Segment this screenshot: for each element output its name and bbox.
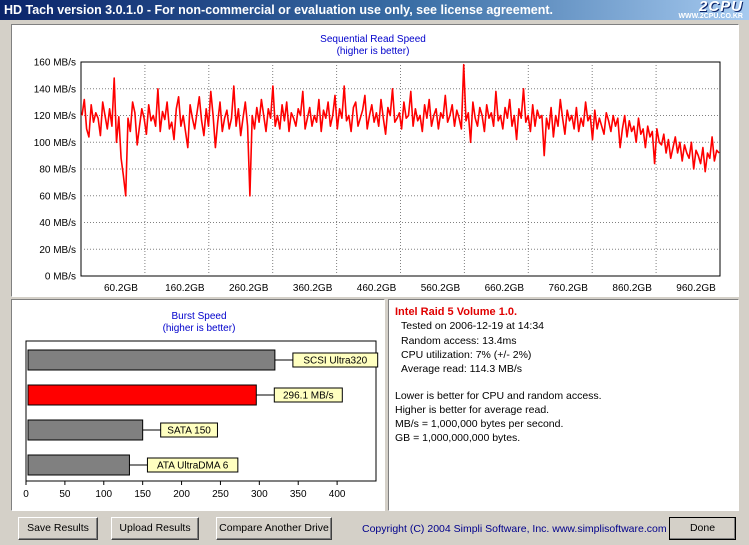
- average-read: Average read: 114.3 MB/s: [401, 363, 523, 375]
- burst-bar-label: 296.1 MB/s: [283, 391, 334, 402]
- x-tick-label: 860.2GB: [612, 283, 652, 294]
- y-tick-label: 20 MB/s: [39, 245, 76, 256]
- drive-name: Intel Raid 5 Volume 1.0.: [395, 306, 518, 318]
- cpu-utilization: CPU utilization: 7% (+/- 2%): [401, 349, 532, 361]
- burst-x-tick-label: 200: [173, 489, 190, 500]
- copyright-text: Copyright (C) 2004 Simpli Software, Inc.…: [362, 523, 667, 535]
- upload-results-button[interactable]: Upload Results: [111, 517, 199, 540]
- x-tick-label: 560.2GB: [421, 283, 461, 294]
- y-tick-label: 40 MB/s: [39, 218, 76, 229]
- title-bar: HD Tach version 3.0.1.0 - For non-commer…: [0, 0, 749, 20]
- note-gb-definition: GB = 1,000,000,000 bytes.: [395, 432, 521, 444]
- y-tick-label: 100 MB/s: [34, 138, 76, 149]
- burst-bar: [27, 349, 276, 371]
- tested-on: Tested on 2006-12-19 at 14:34: [401, 320, 545, 332]
- burst-bar: [27, 384, 257, 406]
- note-higher-better: Higher is better for average read.: [395, 404, 550, 416]
- x-tick-label: 960.2GB: [676, 283, 716, 294]
- burst-x-tick-label: 350: [290, 489, 307, 500]
- x-tick-label: 660.2GB: [485, 283, 525, 294]
- burst-x-tick-label: 0: [23, 489, 29, 500]
- random-access: Random access: 13.4ms: [401, 335, 517, 347]
- chart-title: Sequential Read Speed: [320, 34, 426, 45]
- sequential-read-chart: Sequential Read Speed (higher is better)…: [34, 34, 721, 294]
- burst-x-tick-label: 50: [59, 489, 71, 500]
- y-tick-label: 60 MB/s: [39, 191, 76, 202]
- sequential-read-panel: Sequential Read Speed (higher is better)…: [11, 24, 739, 297]
- burst-x-tick-label: 150: [134, 489, 151, 500]
- x-tick-label: 460.2GB: [357, 283, 397, 294]
- burst-title: Burst Speed: [171, 311, 226, 322]
- burst-bar-label: SATA 150: [167, 426, 211, 437]
- burst-x-tick-label: 300: [251, 489, 268, 500]
- y-tick-label: 80 MB/s: [39, 165, 76, 176]
- burst-speed-panel: Burst Speed (higher is better) 0 50 100 150…: [11, 299, 385, 511]
- burst-x-tick-label: 400: [329, 489, 346, 500]
- save-results-button[interactable]: Save Results: [18, 517, 98, 540]
- burst-bar-label: ATA UltraDMA 6: [157, 461, 229, 472]
- y-tick-label: 160 MB/s: [34, 58, 76, 69]
- watermark-logo: 2CPU WWW.2CPU.CO.KR: [678, 0, 743, 20]
- watermark-url: WWW.2CPU.CO.KR: [678, 13, 743, 20]
- burst-subtitle: (higher is better): [163, 323, 236, 334]
- x-tick-label: 360.2GB: [293, 283, 333, 294]
- done-button[interactable]: Done: [669, 517, 736, 540]
- y-tick-label: 0 MB/s: [45, 272, 76, 283]
- x-tick-label: 60.2GB: [104, 283, 138, 294]
- note-lower-better: Lower is better for CPU and random acces…: [395, 390, 602, 402]
- compare-another-drive-button[interactable]: Compare Another Drive: [216, 517, 332, 540]
- watermark-text: 2CPU: [698, 0, 743, 15]
- x-tick-label: 260.2GB: [229, 283, 269, 294]
- y-tick-label: 140 MB/s: [34, 84, 76, 95]
- x-tick-label: 160.2GB: [165, 283, 205, 294]
- burst-speed-chart: Burst Speed (higher is better) 0 50 100 150…: [23, 311, 379, 500]
- burst-bar-label: SCSI Ultra320: [303, 356, 367, 367]
- window-title: HD Tach version 3.0.1.0 - For non-commer…: [4, 3, 554, 17]
- burst-bar: [27, 454, 130, 476]
- burst-x-tick-label: 100: [95, 489, 112, 500]
- results-panel: Intel Raid 5 Volume 1.0. Tested on 2006-…: [388, 299, 739, 511]
- burst-bar: [27, 419, 144, 441]
- burst-x-tick-label: 250: [212, 489, 229, 500]
- x-tick-label: 760.2GB: [549, 283, 589, 294]
- chart-subtitle: (higher is better): [337, 46, 410, 57]
- y-tick-label: 120 MB/s: [34, 111, 76, 122]
- note-mbs-definition: MB/s = 1,000,000 bytes per second.: [395, 418, 564, 430]
